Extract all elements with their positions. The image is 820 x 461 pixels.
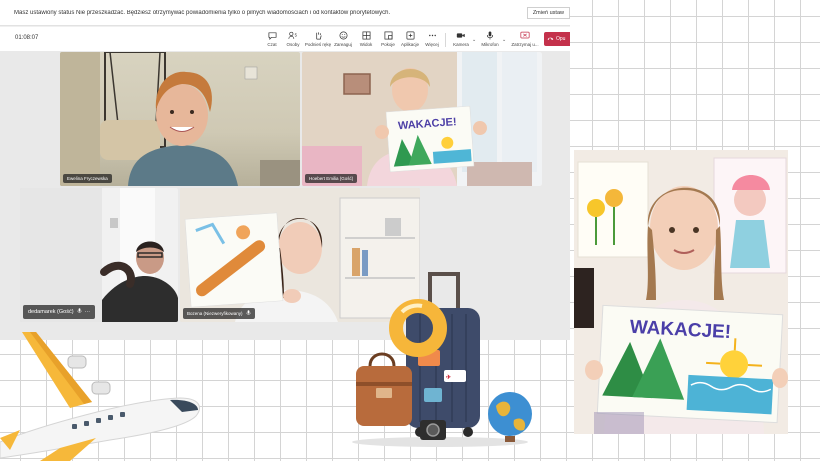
mic-chevron-icon[interactable]: ⌄ — [502, 37, 506, 43]
rooms-icon — [383, 30, 393, 40]
mic-label: Mikrofon — [481, 42, 499, 47]
share-label: Zatrzymaj u... — [511, 42, 539, 47]
chat-icon — [267, 30, 277, 40]
more-button[interactable]: Więcej — [417, 30, 447, 47]
rooms-label: Pokoje — [381, 42, 395, 47]
participant-name: Bozena (Niezweryfikowany) — [187, 311, 243, 316]
sticker-text: ✈ — [446, 374, 451, 381]
mic-button[interactable]: Mikrofon — [475, 30, 505, 47]
dnd-notification-banner: Masz ustawiony status Nie przeszkadzać. … — [0, 0, 570, 26]
student-photo: WAKACJE! — [574, 150, 788, 434]
chat-label: Czat — [267, 42, 277, 47]
participant-name-tag: dedamarek (Gość) ··· — [23, 305, 96, 319]
participant-name: dedamarek (Gość) — [28, 309, 74, 315]
participant-name-tag: Bozena (Niezweryfikowany) — [183, 308, 255, 319]
video-tile-dedamarek[interactable]: dedamarek (Gość) ··· — [20, 188, 178, 322]
leave-label: Opu — [556, 36, 566, 42]
phone-icon — [547, 36, 554, 43]
travel-luggage-illustration: ✈ — [352, 272, 532, 447]
apps-icon — [405, 30, 415, 40]
mic-muted-icon — [77, 308, 82, 316]
stop-sharing-button[interactable]: Zatrzymaj u... — [508, 30, 542, 47]
participant-video — [20, 188, 178, 322]
meeting-toolbar: 01:08:07 Czat 5 Osoby Podnieś rękę Zarea… — [0, 27, 570, 51]
airplane-illustration — [0, 332, 200, 461]
participant-name: Hoebert Emilia (Gość) — [309, 176, 354, 181]
more-label: Więcej — [425, 42, 439, 47]
student-photo-image: WAKACJE! — [574, 150, 788, 434]
smile-icon — [338, 30, 348, 40]
participant-video: WAKACJE! — [302, 52, 542, 186]
share-icon — [520, 30, 530, 40]
hand-icon — [313, 30, 323, 40]
view-label: Widok — [359, 42, 373, 47]
participant-name-tag: Ewelina Fryczewska — [63, 174, 112, 183]
people-count: 5 — [295, 32, 298, 37]
people-icon: 5 — [288, 30, 298, 40]
more-icon — [427, 30, 437, 40]
more-options-icon[interactable]: ··· — [85, 309, 91, 315]
video-tile-ewelina[interactable]: Ewelina Fryczewska — [60, 52, 300, 186]
people-label: Osoby — [286, 42, 300, 47]
mic-icon — [245, 310, 251, 317]
participant-video — [60, 52, 300, 186]
reactions-label: Zareaguj — [334, 42, 352, 47]
camera-label: Kamera — [453, 42, 469, 47]
meeting-timer: 01:08:07 — [15, 35, 39, 41]
mic-icon — [485, 30, 495, 40]
participant-name-tag: Hoebert Emilia (Gość) — [305, 174, 358, 183]
camera-icon — [456, 30, 466, 40]
grid-icon — [361, 30, 371, 40]
banner-message: Masz ustawiony status Nie przeszkadzać. … — [14, 9, 391, 16]
leave-button[interactable]: Opu — [544, 32, 570, 46]
video-tile-emilia[interactable]: WAKACJE! Hoebert Emilia (Gość) — [302, 52, 542, 186]
participant-name: Ewelina Fryczewska — [67, 176, 108, 181]
change-settings-button[interactable]: Zmień ustaw — [526, 6, 570, 19]
